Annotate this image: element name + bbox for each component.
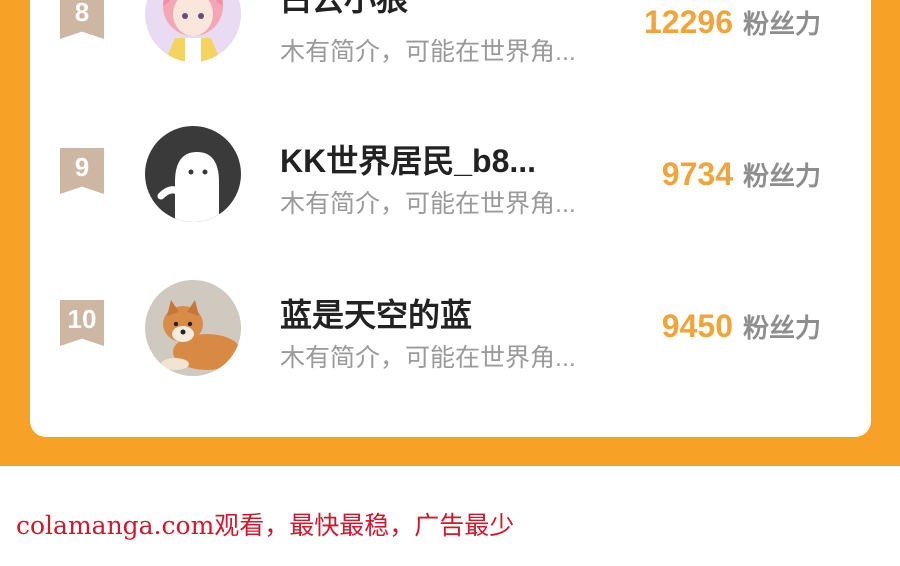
avatar[interactable] bbox=[145, 280, 241, 376]
fan-power-unit: 粉丝力 bbox=[742, 161, 821, 191]
fan-power-unit: 粉丝力 bbox=[742, 313, 821, 343]
ranking-row[interactable]: 8 白云小狼 木有简介，可能在世界角... 12296 粉丝力 bbox=[30, 0, 871, 80]
user-name[interactable]: KK世界居民_b8... bbox=[280, 136, 536, 182]
ranking-row[interactable]: 10 蓝是天空的蓝 木有简介，可能在世界角... 9450 粉丝力 bbox=[30, 280, 871, 382]
fan-power-value: 9450 bbox=[661, 308, 733, 344]
shiba-dog-avatar-icon bbox=[145, 280, 241, 376]
ranking-row[interactable]: 9 KK世界居民_b8... 木有简介，可能在世界角... 9734 粉丝力 bbox=[30, 126, 871, 230]
fan-power: 9734 粉丝力 bbox=[662, 156, 821, 193]
default-user-avatar-icon bbox=[145, 126, 241, 222]
user-name[interactable]: 白云小狼 bbox=[280, 0, 408, 20]
avatar[interactable] bbox=[145, 126, 241, 222]
fan-power-value: 12296 bbox=[644, 4, 733, 40]
user-name[interactable]: 蓝是天空的蓝 bbox=[280, 290, 472, 336]
user-description: 木有简介，可能在世界角... bbox=[280, 38, 576, 66]
avatar[interactable] bbox=[145, 0, 241, 62]
fan-power: 9450 粉丝力 bbox=[662, 308, 821, 345]
fan-power-unit: 粉丝力 bbox=[742, 9, 821, 39]
rank-badge: 9 bbox=[60, 148, 104, 194]
fan-power: 12296 粉丝力 bbox=[644, 4, 821, 41]
user-description: 木有简介，可能在世界角... bbox=[280, 190, 576, 218]
fan-ranking-card: 8 白云小狼 木有简介，可能在世界角... 12296 粉丝力 9 bbox=[30, 0, 871, 437]
rank-badge: 8 bbox=[60, 0, 104, 39]
rank-badge: 10 bbox=[60, 300, 104, 346]
anime-girl-avatar-icon bbox=[145, 0, 241, 62]
fan-power-value: 9734 bbox=[661, 156, 733, 192]
watermark-text: colamanga.com观看，最快最稳，广告最少 bbox=[16, 511, 515, 540]
user-description: 木有简介，可能在世界角... bbox=[280, 344, 576, 372]
